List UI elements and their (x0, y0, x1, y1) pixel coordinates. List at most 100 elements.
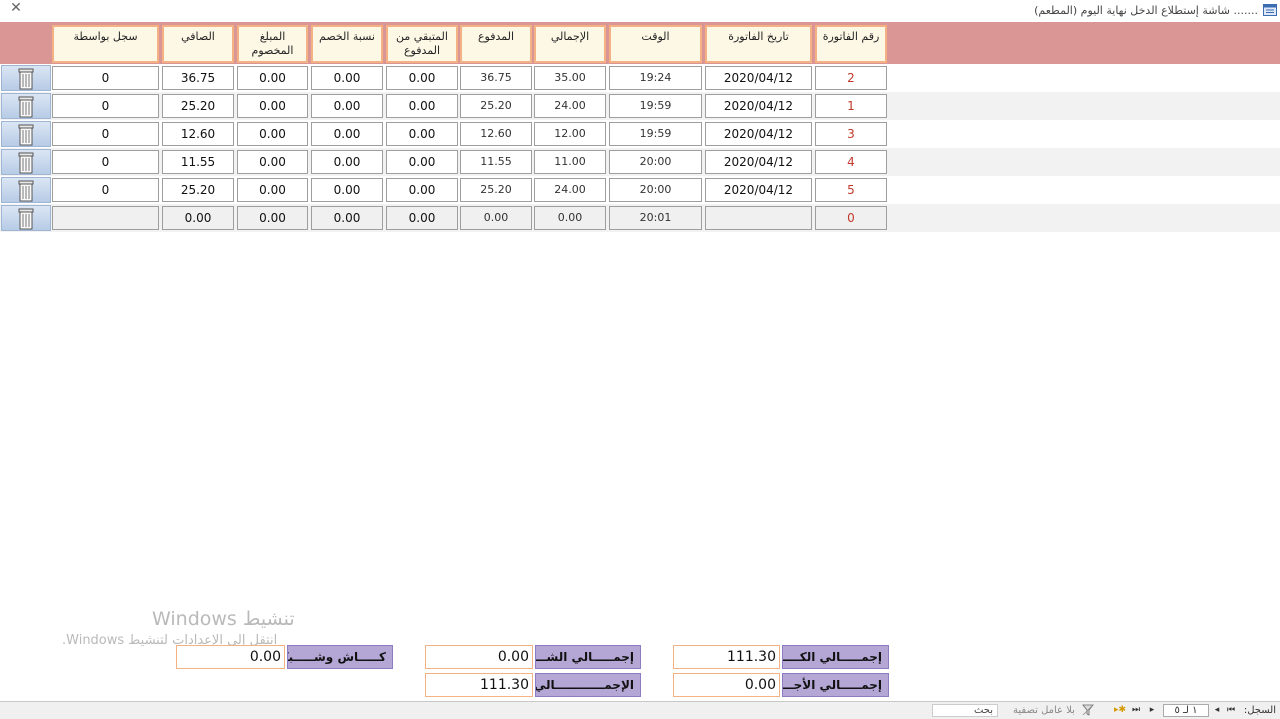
cell-invoice-no[interactable]: 3 (815, 122, 887, 146)
cell-recorded-by[interactable]: 0 (52, 66, 159, 90)
delete-row-button[interactable] (1, 65, 51, 91)
record-navigation-bar: السجل: ⏮ ◂ ١ لـ ٥ ▸ ⏭ ▸✱ بلا عامل تصفية … (0, 701, 1280, 719)
current-record-field[interactable]: ١ لـ ٥ (1163, 704, 1209, 717)
cell-net[interactable]: 0.00 (162, 206, 234, 230)
cell-invoice-no[interactable]: 4 (815, 150, 887, 174)
cell-paid[interactable]: 11.55 (460, 150, 532, 174)
trash-icon (18, 96, 34, 118)
cell-total[interactable]: 0.00 (534, 206, 606, 230)
grand-total-field[interactable]: 111.30 (425, 673, 533, 697)
cell-invoice-no[interactable]: 5 (815, 178, 887, 202)
header-remaining: المتبقي من المدفوع (386, 25, 458, 63)
cell-discount-pct[interactable]: 0.00 (311, 206, 383, 230)
cell-discount-amount[interactable]: 0.00 (237, 66, 308, 90)
cell-recorded-by[interactable] (52, 206, 159, 230)
trash-icon (18, 208, 34, 230)
cell-recorded-by[interactable]: 0 (52, 150, 159, 174)
cell-invoice-no[interactable]: 0 (815, 206, 887, 230)
cell-net[interactable]: 25.20 (162, 178, 234, 202)
delete-row-button[interactable] (1, 177, 51, 203)
cell-discount-amount[interactable]: 0.00 (237, 122, 308, 146)
table-row: 5 2020/04/12 20:00 24.00 25.20 0.00 0.00… (0, 176, 1280, 204)
previous-record-button[interactable]: ◂ (1212, 705, 1222, 715)
cell-discount-pct[interactable]: 0.00 (311, 66, 383, 90)
cell-paid[interactable]: 0.00 (460, 206, 532, 230)
delete-row-button[interactable] (1, 93, 51, 119)
cell-discount-pct[interactable]: 0.00 (311, 122, 383, 146)
cell-recorded-by[interactable]: 0 (52, 94, 159, 118)
search-input[interactable]: بحث (932, 704, 998, 717)
cell-paid[interactable]: 36.75 (460, 66, 532, 90)
cell-paid[interactable]: 25.20 (460, 94, 532, 118)
cell-discount-pct[interactable]: 0.00 (311, 178, 383, 202)
cell-total[interactable]: 12.00 (534, 122, 606, 146)
filter-status[interactable]: بلا عامل تصفية (1013, 705, 1075, 716)
cell-remaining[interactable]: 0.00 (386, 206, 458, 230)
cell-discount-amount[interactable]: 0.00 (237, 178, 308, 202)
cell-discount-amount[interactable]: 0.00 (237, 94, 308, 118)
cell-total[interactable]: 11.00 (534, 150, 606, 174)
cell-invoice-date[interactable]: 2020/04/12 (705, 66, 812, 90)
cell-time[interactable]: 20:00 (609, 150, 702, 174)
cell-remaining[interactable]: 0.00 (386, 122, 458, 146)
close-icon[interactable]: ✕ (9, 1, 23, 15)
table-row: 4 2020/04/12 20:00 11.00 11.55 0.00 0.00… (0, 148, 1280, 176)
header-total: الإجمالي (534, 25, 606, 63)
cell-invoice-no[interactable]: 2 (815, 66, 887, 90)
cell-invoice-no[interactable]: 1 (815, 94, 887, 118)
header-paid: المدفوع (460, 25, 532, 63)
header-invoice-date: تاريخ الفاتورة (705, 25, 812, 63)
last-record-button[interactable]: ⏭ (1131, 705, 1141, 715)
app-form-icon (1263, 4, 1277, 16)
cell-time[interactable]: 19:24 (609, 66, 702, 90)
cell-net[interactable]: 36.75 (162, 66, 234, 90)
cell-invoice-date[interactable] (705, 206, 812, 230)
next-record-button[interactable]: ▸ (1147, 705, 1157, 715)
first-record-button[interactable]: ⏮ (1226, 705, 1236, 715)
cell-discount-amount[interactable]: 0.00 (237, 206, 308, 230)
cell-time[interactable]: 19:59 (609, 94, 702, 118)
cell-paid[interactable]: 25.20 (460, 178, 532, 202)
cell-invoice-date[interactable]: 2020/04/12 (705, 178, 812, 202)
total-network-field[interactable]: 0.00 (425, 645, 533, 669)
delete-row-button[interactable] (1, 205, 51, 231)
total-network-label: إجمـــــالي الشـــبكة (535, 645, 641, 669)
cell-total[interactable]: 24.00 (534, 94, 606, 118)
cell-discount-pct[interactable]: 0.00 (311, 94, 383, 118)
cell-net[interactable]: 11.55 (162, 150, 234, 174)
cell-paid[interactable]: 12.60 (460, 122, 532, 146)
cell-remaining[interactable]: 0.00 (386, 178, 458, 202)
cell-discount-amount[interactable]: 0.00 (237, 150, 308, 174)
delete-row-button[interactable] (1, 149, 51, 175)
cell-recorded-by[interactable]: 0 (52, 122, 159, 146)
new-record-button[interactable]: ▸✱ (1114, 705, 1126, 715)
column-header-band: رقم الفاتورة تاريخ الفاتورة الوقت الإجما… (0, 22, 1280, 64)
cell-remaining[interactable]: 0.00 (386, 66, 458, 90)
total-cash-field[interactable]: 111.30 (673, 645, 780, 669)
delete-row-button[interactable] (1, 121, 51, 147)
cash-network-label: كـــــاش وشـــــبكة (287, 645, 393, 669)
cell-remaining[interactable]: 0.00 (386, 94, 458, 118)
table-row: 1 2020/04/12 19:59 24.00 25.20 0.00 0.00… (0, 92, 1280, 120)
trash-icon (18, 180, 34, 202)
cell-time[interactable]: 20:01 (609, 206, 702, 230)
cell-total[interactable]: 35.00 (534, 66, 606, 90)
cell-net[interactable]: 12.60 (162, 122, 234, 146)
cell-total[interactable]: 24.00 (534, 178, 606, 202)
cell-invoice-date[interactable]: 2020/04/12 (705, 150, 812, 174)
table-row: 3 2020/04/12 19:59 12.00 12.60 0.00 0.00… (0, 120, 1280, 148)
cell-discount-pct[interactable]: 0.00 (311, 150, 383, 174)
header-net: الصافي (162, 25, 234, 63)
cell-invoice-date[interactable]: 2020/04/12 (705, 122, 812, 146)
cell-time[interactable]: 20:00 (609, 178, 702, 202)
cell-remaining[interactable]: 0.00 (386, 150, 458, 174)
cell-invoice-date[interactable]: 2020/04/12 (705, 94, 812, 118)
cash-network-field[interactable]: 0.00 (176, 645, 285, 669)
cell-net[interactable]: 25.20 (162, 94, 234, 118)
total-credit-field[interactable]: 0.00 (673, 673, 780, 697)
cell-recorded-by[interactable]: 0 (52, 178, 159, 202)
header-time: الوقت (609, 25, 702, 63)
table-row-new: 0 20:01 0.00 0.00 0.00 0.00 0.00 0.00 (0, 204, 1280, 232)
cell-time[interactable]: 19:59 (609, 122, 702, 146)
no-filter-icon (1082, 704, 1094, 716)
